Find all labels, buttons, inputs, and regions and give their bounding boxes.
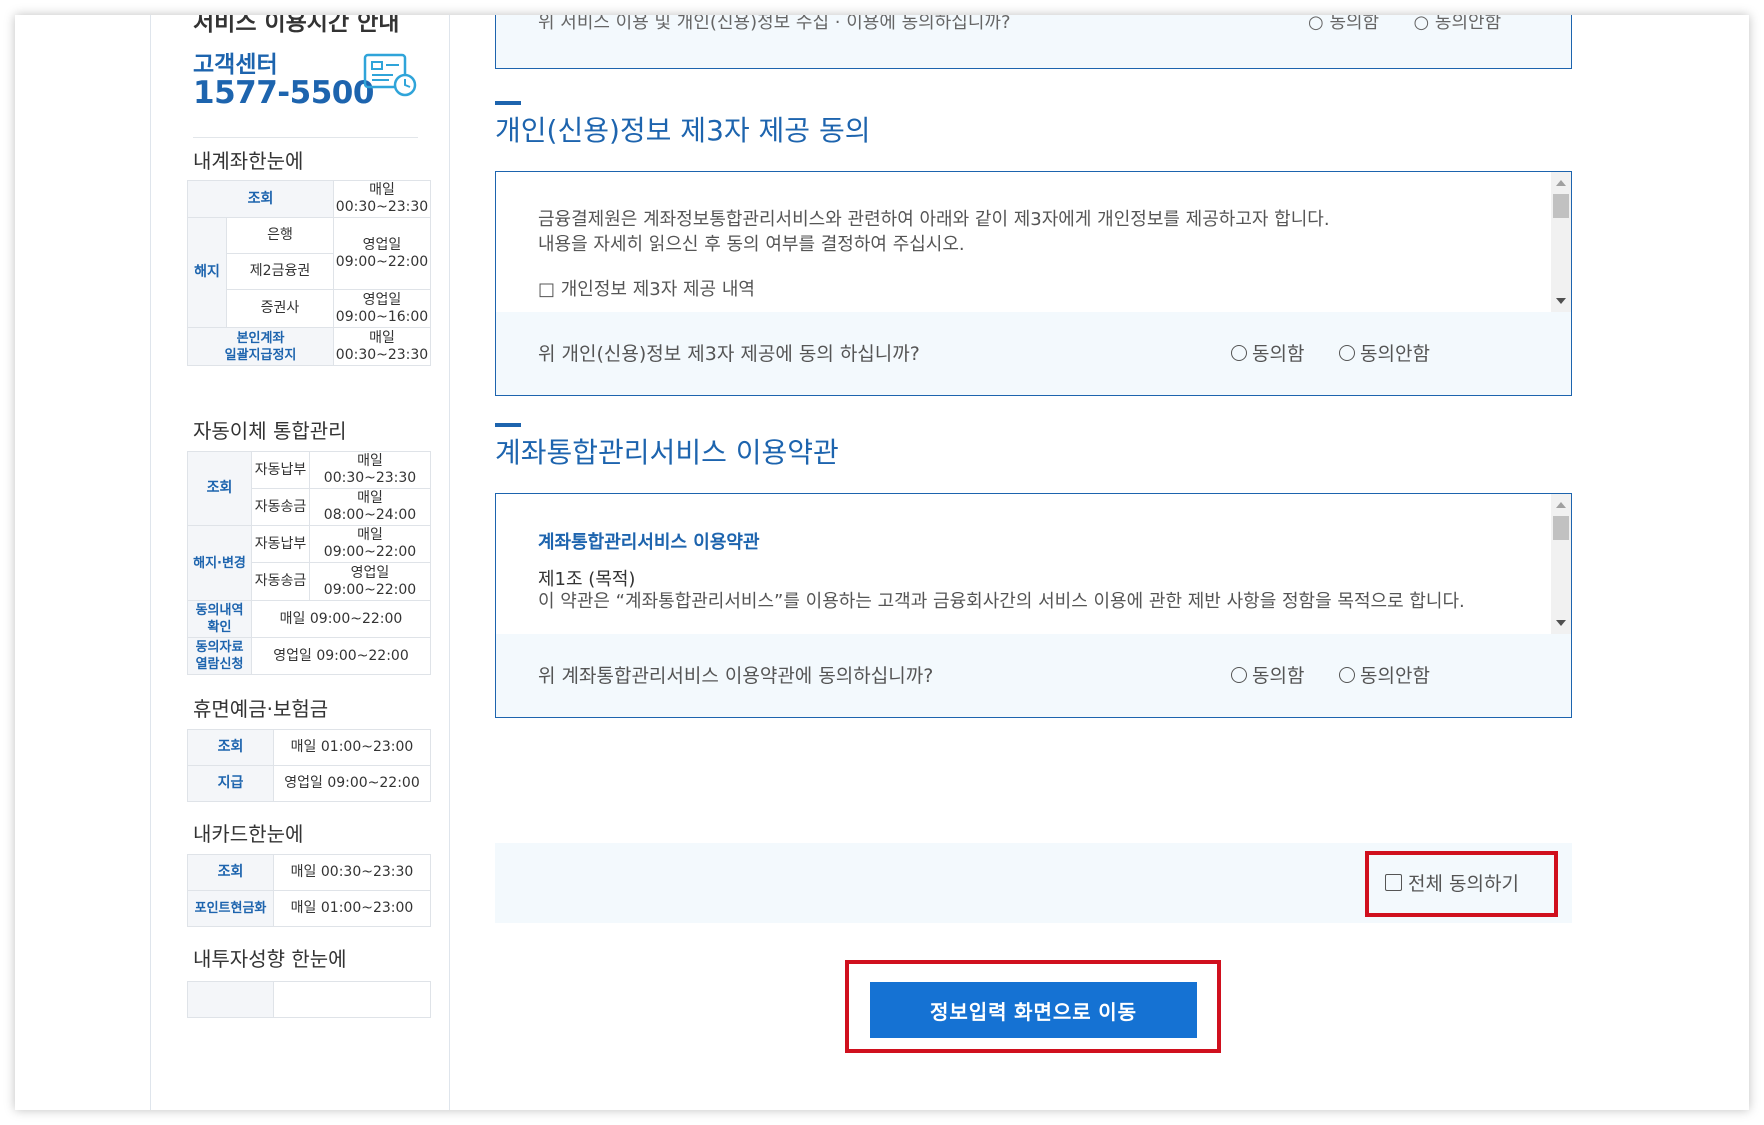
third-party-terms-scroll[interactable]: 금융결제원은 계좌정보통합관리서비스와 관련하여 아래와 같이 제3자에게 개인… (496, 172, 1571, 312)
collection-consent-question: 위 서비스 이용 및 개인(신용)정보 수집 · 이용에 동의하십니까? (538, 15, 1011, 33)
radio-circle-icon (1231, 666, 1247, 683)
radio-circle-icon (1231, 344, 1247, 361)
table-cell: 자동납부 (251, 451, 310, 489)
my-invest-heading: 내투자성향 한눈에 (193, 947, 347, 971)
table-cell: 지급 (187, 765, 274, 802)
table-cell: 매일 00:30~23:30 (309, 451, 431, 489)
terms-question-row: 위 계좌통합관리서비스 이용약관에 동의하십니까? 동의함 동의안함 (496, 634, 1571, 717)
table-cell: 포인트현금화 (187, 890, 274, 927)
my-card-hours-table: 조회 매일 00:30~23:30 포인트현금화 매일 01:00~23:00 (187, 854, 431, 927)
table-cell: 매일 01:00~23:00 (273, 890, 431, 927)
table-cell: 영업일 09:00~22:00 (273, 765, 431, 802)
customer-center-label: 고객센터 (193, 52, 278, 78)
radio-disagree[interactable]: ○ 동의안함 (1413, 15, 1501, 33)
table-cell: 제2금융권 (226, 253, 334, 290)
browser-viewport: 서비스 이용시간 안내 고객센터 1577-5500 내계좌한눈에 조회 매일 … (15, 15, 1749, 1110)
scroll-up-arrow-icon[interactable] (1556, 502, 1566, 508)
table-cell: 매일 09:00~22:00 (309, 525, 431, 563)
scrollbar[interactable] (1551, 172, 1571, 312)
customer-center-phone: 1577-5500 (193, 75, 374, 111)
terms-inner-title: 계좌통합관리서비스 이용약관 (538, 532, 760, 553)
collection-consent-options: ○ 동의함 ○ 동의안함 (1308, 15, 1501, 34)
service-hours-sidebar: 서비스 이용시간 안내 고객센터 1577-5500 내계좌한눈에 조회 매일 … (150, 15, 450, 1110)
terms-text: 내용을 자세히 읽으신 후 동의 여부를 결정하여 주십시오. (538, 234, 965, 255)
table-cell: 조회 (187, 180, 334, 218)
table-cell: 자동송금 (251, 488, 310, 526)
table-cell: 증권사 (226, 289, 334, 328)
third-party-disagree-radio[interactable]: 동의안함 (1339, 339, 1430, 366)
table-cell: 동의자료 열람신청 (187, 637, 252, 675)
radio-agree[interactable]: ○ 동의함 (1308, 15, 1379, 33)
terms-scroll[interactable]: 계좌통합관리서비스 이용약관 제1조 (목적) 이 약관은 “계좌통합관리서비스… (496, 494, 1571, 634)
terms-question: 위 계좌통합관리서비스 이용약관에 동의하십니까? (538, 665, 934, 687)
table-cell: 해지·변경 (187, 525, 252, 601)
table-cell: 매일 01:00~23:00 (273, 729, 431, 766)
third-party-question: 위 개인(신용)정보 제3자 제공에 동의 하십니까? (538, 343, 920, 365)
table-cell: 본인계좌 일괄지급정지 (187, 327, 334, 366)
third-party-question-row: 위 개인(신용)정보 제3자 제공에 동의 하십니까? 동의함 동의안함 (496, 312, 1571, 395)
scroll-thumb[interactable] (1553, 516, 1569, 540)
table-cell: 영업일 09:00~22:00 (251, 637, 431, 675)
table-cell: 매일 00:30~23:30 (333, 327, 431, 366)
terms-section-title: 계좌통합관리서비스 이용약관 (495, 436, 839, 469)
checkbox-icon (1385, 874, 1402, 891)
scrollbar[interactable] (1551, 494, 1571, 634)
my-invest-hours-table (187, 981, 431, 1018)
terms-agree-radio[interactable]: 동의함 (1231, 661, 1304, 688)
table-cell: 자동송금 (251, 562, 310, 601)
my-account-heading: 내계좌한눈에 (193, 149, 304, 173)
table-cell: 조회 (187, 729, 274, 766)
terms-consent-box: 계좌통합관리서비스 이용약관 제1조 (목적) 이 약관은 “계좌통합관리서비스… (495, 493, 1572, 718)
table-cell: 영업일 09:00~22:00 (309, 562, 431, 601)
terms-article-text: 이 약관은 “계좌통합관리서비스”를 이용하는 고객과 금융회사간의 서비스 이… (538, 591, 1465, 612)
scroll-down-arrow-icon[interactable] (1556, 298, 1566, 304)
third-party-agree-radio[interactable]: 동의함 (1231, 339, 1304, 366)
my-card-heading: 내카드한눈에 (193, 822, 304, 846)
scroll-up-arrow-icon[interactable] (1556, 180, 1566, 186)
terms-text: □ 개인정보 제3자 제공 내역 (538, 279, 755, 300)
terms-text: 금융결제원은 계좌정보통합관리서비스와 관련하여 아래와 같이 제3자에게 개인… (538, 209, 1330, 230)
table-cell: 조회 (187, 451, 252, 526)
radio-circle-icon (1339, 344, 1355, 361)
auto-transfer-heading: 자동이체 통합관리 (193, 419, 347, 443)
terms-disagree-radio[interactable]: 동의안함 (1339, 661, 1430, 688)
table-cell: 조회 (187, 854, 274, 891)
scroll-thumb[interactable] (1553, 194, 1569, 218)
my-account-hours-table: 조회 매일 00:30~23:30 해지 은행 영업일 09:00~22:00 … (187, 180, 431, 366)
table-cell: 매일 00:30~23:30 (273, 854, 431, 891)
agree-all-checkbox[interactable]: 전체 동의하기 (1385, 869, 1519, 896)
dormant-hours-table: 조회 매일 01:00~23:00 지급 영업일 09:00~22:00 (187, 729, 431, 802)
table-cell: 해지 (187, 217, 227, 328)
sidebar-divider (193, 137, 418, 138)
table-cell: 영업일 09:00~22:00 (333, 217, 431, 290)
third-party-section-title: 개인(신용)정보 제3자 제공 동의 (495, 114, 871, 147)
section-accent-bar (495, 101, 521, 105)
go-to-info-input-button[interactable]: 정보입력 화면으로 이동 (870, 982, 1197, 1038)
collection-consent-box: 위 서비스 이용 및 개인(신용)정보 수집 · 이용에 동의하십니까? ○ 동… (495, 15, 1572, 69)
table-cell: 은행 (226, 217, 334, 254)
table-cell: 매일 09:00~22:00 (251, 600, 431, 638)
agree-all-row: 전체 동의하기 (495, 843, 1572, 923)
table-cell: 영업일 09:00~16:00 (333, 289, 431, 328)
auto-transfer-hours-table: 조회 자동납부 매일 00:30~23:30 자동송금 매일 08:00~24:… (187, 451, 431, 675)
table-cell: 매일 00:30~23:30 (333, 180, 431, 218)
table-cell: 동의내역 확인 (187, 600, 252, 638)
table-cell: 자동납부 (251, 525, 310, 563)
dormant-heading: 휴면예금·보험금 (193, 697, 329, 721)
radio-circle-icon (1339, 666, 1355, 683)
scroll-down-arrow-icon[interactable] (1556, 620, 1566, 626)
call-center-icon (363, 51, 417, 101)
table-cell: 매일 08:00~24:00 (309, 488, 431, 526)
sidebar-title: 서비스 이용시간 안내 (193, 15, 400, 36)
third-party-consent-box: 금융결제원은 계좌정보통합관리서비스와 관련하여 아래와 같이 제3자에게 개인… (495, 171, 1572, 396)
section-accent-bar (495, 423, 521, 427)
